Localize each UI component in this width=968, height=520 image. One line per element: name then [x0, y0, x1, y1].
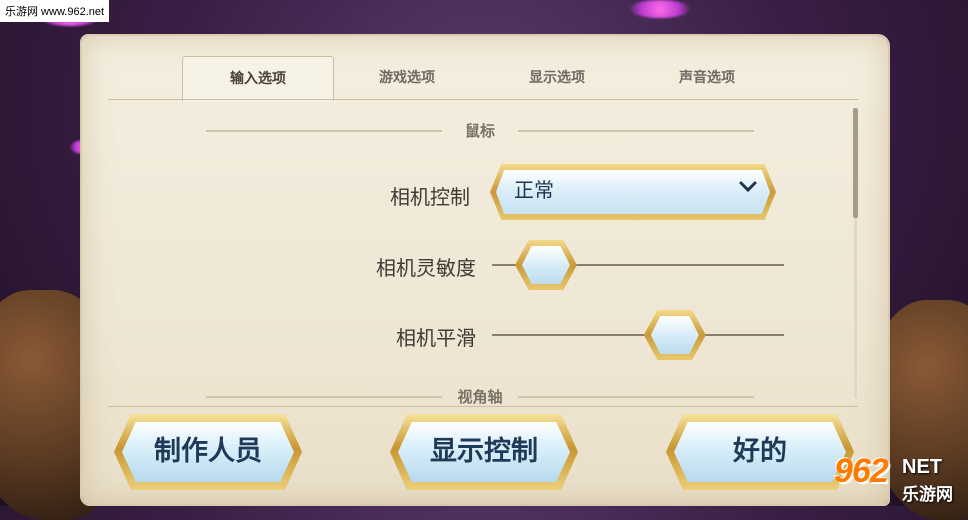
- watermark-net: NET: [902, 456, 942, 478]
- section-mouse-title: 鼠标: [464, 122, 495, 140]
- tab-sound-options[interactable]: 声音选项: [632, 56, 782, 100]
- watermark-number: 962: [834, 452, 889, 490]
- tab-display-options[interactable]: 显示选项: [482, 56, 632, 100]
- crystal-decoration: [630, 0, 690, 18]
- watermark-cn: 乐游网: [902, 485, 953, 504]
- section-view-axis-title: 视角轴: [457, 388, 503, 406]
- chevron-down-icon: [739, 181, 757, 193]
- settings-panel: 输入选项 游戏选项 显示选项 声音选项 鼠标 相机控制 正常 相机灵敏度 相机平…: [82, 36, 888, 504]
- ok-button[interactable]: 好的: [666, 414, 854, 490]
- section-view-axis: 视角轴: [206, 386, 754, 406]
- camera-smoothing-label: 相机平滑: [396, 326, 476, 350]
- camera-control-label: 相机控制: [390, 185, 470, 209]
- camera-control-dropdown[interactable]: 正常: [490, 164, 776, 220]
- tab-bar: 输入选项 游戏选项 显示选项 声音选项: [182, 56, 782, 101]
- scrollbar[interactable]: [853, 108, 858, 398]
- watermark-corner-logo: 962 NET 乐游网: [832, 452, 964, 504]
- display-control-button-label: 显示控制: [430, 436, 538, 467]
- scrollbar-thumb[interactable]: [853, 108, 858, 218]
- camera-smoothing-track[interactable]: [492, 334, 784, 336]
- camera-sensitivity-label: 相机灵敏度: [376, 256, 476, 280]
- camera-control-value: 正常: [514, 178, 554, 202]
- tab-game-options[interactable]: 游戏选项: [332, 56, 482, 100]
- credits-button-label: 制作人员: [154, 436, 262, 467]
- watermark-top: 乐游网 www.962.net: [0, 0, 110, 22]
- tab-input-options[interactable]: 输入选项: [182, 56, 334, 101]
- display-control-button[interactable]: 显示控制: [390, 414, 578, 490]
- credits-button[interactable]: 制作人员: [114, 414, 302, 490]
- tab-divider: [108, 99, 858, 100]
- ok-button-label: 好的: [733, 436, 787, 467]
- bottom-divider: [108, 406, 858, 407]
- section-mouse: 鼠标: [206, 120, 754, 140]
- camera-sensitivity-knob[interactable]: [515, 240, 577, 290]
- camera-smoothing-knob[interactable]: [643, 310, 706, 360]
